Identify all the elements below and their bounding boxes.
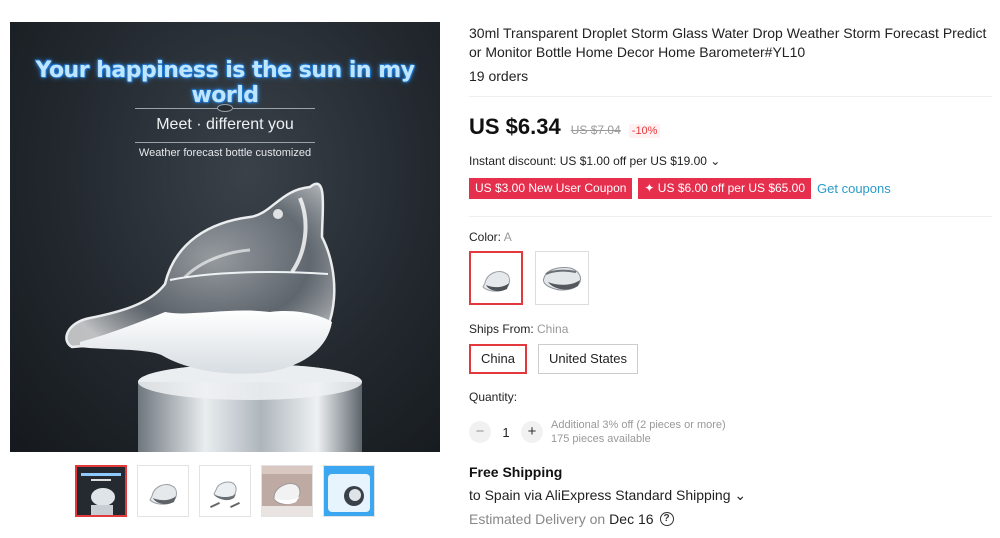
order-count: 19 orders (469, 68, 529, 84)
price-row: US $6.34 US $7.04 -10% (469, 114, 661, 140)
thumbnail-3-image (200, 466, 250, 516)
quantity-stepper: − 1 + Additional 3% off (2 pieces or mor… (469, 418, 726, 446)
thumbnail-5-image (324, 466, 374, 516)
color-option-a-image (482, 270, 510, 292)
delivery-date: Dec 16 (609, 511, 654, 527)
thumbnail-3[interactable] (199, 465, 251, 517)
get-coupons-link[interactable]: Get coupons (817, 181, 891, 196)
ships-from-label: Ships From: China (469, 322, 568, 336)
color-option-b-image (543, 267, 581, 291)
color-selected-value: A (503, 230, 512, 244)
store-coupon[interactable]: ✦ US $6.00 off per US $65.00 (638, 178, 812, 199)
ships-from-selected-value: China (537, 322, 569, 336)
new-user-coupon[interactable]: US $3.00 New User Coupon (469, 178, 633, 199)
thumbnail-1-image (77, 467, 125, 515)
coupon-row: US $3.00 New User Coupon ✦ US $6.00 off … (469, 178, 891, 199)
color-label-text: Color: (469, 230, 504, 244)
thumbnail-1[interactable] (75, 465, 127, 517)
quantity-note: Additional 3% off (2 pieces or more) 175… (551, 418, 726, 446)
delivery-prefix: Estimated Delivery on (469, 511, 606, 527)
color-option-a[interactable] (469, 251, 523, 305)
divider (469, 96, 992, 97)
estimated-delivery: Estimated Delivery on Dec 16 ? (469, 511, 674, 527)
bulk-discount-note: Additional 3% off (2 pieces or more) (551, 419, 726, 431)
thumbnail-2-image (138, 466, 188, 516)
thumbnail-4-image (262, 466, 312, 516)
stock-available-note: 175 pieces available (551, 433, 651, 445)
color-options (469, 251, 589, 305)
thumbnail-2[interactable] (137, 465, 189, 517)
product-title: 30ml Transparent Droplet Storm Glass Wat… (469, 25, 987, 60)
shipping-method-dropdown[interactable]: to Spain via AliExpress Standard Shippin… (469, 487, 746, 504)
thumbnail-strip (75, 465, 375, 517)
ships-from-option-united-states[interactable]: United States (537, 344, 639, 374)
quantity-value[interactable]: 1 (491, 425, 521, 440)
discount-badge: -10% (628, 124, 661, 138)
quantity-label: Quantity: (469, 390, 518, 404)
ships-from-options: China United States (469, 344, 639, 374)
original-price: US $7.04 (570, 123, 621, 137)
color-label: Color: A (469, 230, 512, 244)
glass-bird-illustration (65, 182, 362, 452)
instant-discount-dropdown[interactable]: Instant discount: US $1.00 off per US $1… (469, 154, 720, 168)
thumbnail-5[interactable] (323, 465, 375, 517)
ships-from-option-china[interactable]: China (469, 344, 527, 374)
main-product-image[interactable]: Your happiness is the sun in my world Me… (10, 22, 440, 452)
free-shipping-title: Free Shipping (469, 464, 563, 480)
color-option-b[interactable] (535, 251, 589, 305)
quantity-increase-button[interactable]: + (521, 421, 543, 443)
current-price: US $6.34 (469, 114, 561, 139)
thumbnail-4[interactable] (261, 465, 313, 517)
divider-2 (469, 216, 992, 217)
help-icon[interactable]: ? (659, 512, 674, 526)
quantity-decrease-button[interactable]: − (469, 421, 491, 443)
ships-from-label-text: Ships From: (469, 322, 538, 336)
